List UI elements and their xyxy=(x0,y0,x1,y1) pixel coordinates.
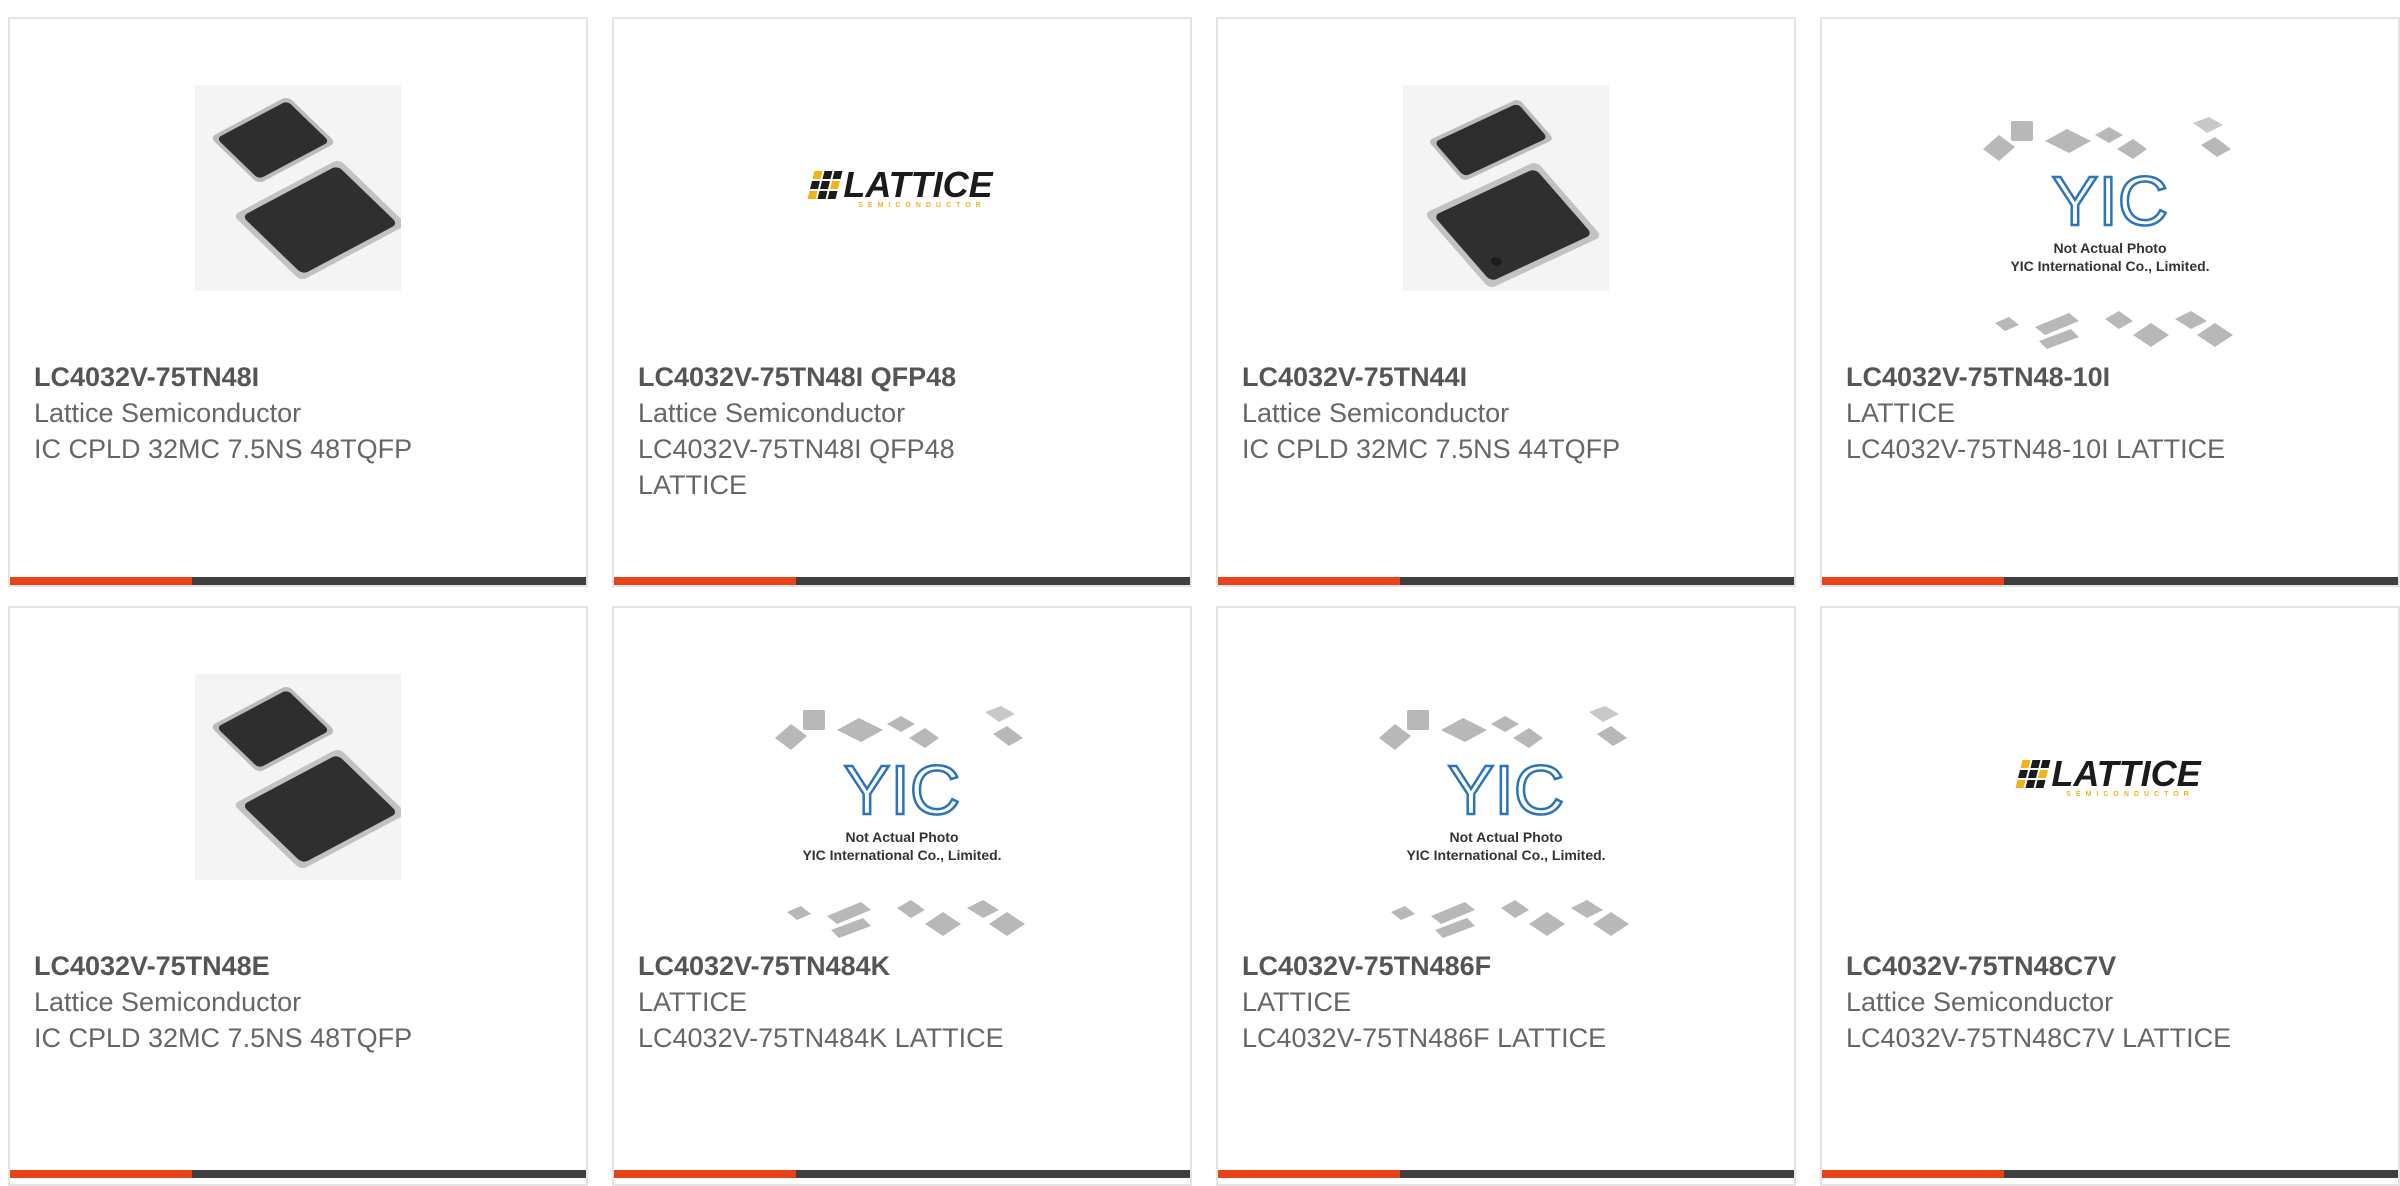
placeholder-line2: YIC International Co., Limited. xyxy=(2010,258,2209,274)
description: LC4032V-75TN48C7V LATTICE xyxy=(1846,1023,2232,1053)
card-bar xyxy=(10,577,586,585)
yic-placeholder-icon: YIC Not Actual Photo YIC International C… xyxy=(775,706,1025,938)
part-number[interactable]: LC4032V-75TN48I QFP48 xyxy=(638,359,1174,395)
yic-placeholder-icon: YIC Not Actual Photo YIC International C… xyxy=(1983,117,2233,349)
part-number[interactable]: LC4032V-75TN48I xyxy=(34,359,570,395)
placeholder-brand: YIC xyxy=(844,751,961,829)
product-card[interactable]: LATTICE SEMICONDUCTOR LC4032V-75TN48C7V … xyxy=(1820,606,2400,1186)
product-image[interactable] xyxy=(10,85,586,291)
placeholder-line1: Not Actual Photo xyxy=(1449,829,1562,845)
placeholder-line1: Not Actual Photo xyxy=(845,829,958,845)
description: LC4032V-75TN484K LATTICE xyxy=(638,1023,1004,1053)
card-bar xyxy=(614,1170,1190,1178)
product-image[interactable] xyxy=(1218,85,1794,291)
logo-word: LATTICE xyxy=(2051,752,2201,794)
card-bar xyxy=(1218,1170,1794,1178)
part-number[interactable]: LC4032V-75TN48E xyxy=(34,948,570,984)
lattice-logo-icon: LATTICE SEMICONDUCTOR xyxy=(807,163,993,209)
product-grid: LC4032V-75TN48I Lattice Semiconductor IC… xyxy=(0,0,2400,1186)
card-bar xyxy=(1822,1170,2398,1178)
card-bar xyxy=(614,577,1190,585)
placeholder-line1: Not Actual Photo xyxy=(2053,240,2166,256)
product-image[interactable]: YIC Not Actual Photo YIC International C… xyxy=(614,694,1190,950)
product-card[interactable]: YIC Not Actual Photo YIC International C… xyxy=(612,606,1192,1186)
manufacturer: LATTICE xyxy=(1242,987,1352,1017)
description: LC4032V-75TN48I QFP48 LATTICE xyxy=(638,434,955,500)
lattice-logo-icon: LATTICE SEMICONDUCTOR xyxy=(2015,752,2201,798)
card-bar xyxy=(1822,577,2398,585)
yic-placeholder-icon: YIC Not Actual Photo YIC International C… xyxy=(1379,706,1629,938)
card-bar xyxy=(1218,577,1794,585)
product-card[interactable]: LATTICE SEMICONDUCTOR LC4032V-75TN48I QF… xyxy=(612,17,1192,587)
manufacturer: Lattice Semiconductor xyxy=(1242,398,1510,428)
logo-sub: SEMICONDUCTOR xyxy=(858,201,986,209)
chip-photo-icon xyxy=(1403,85,1609,291)
product-card[interactable]: LC4032V-75TN48I Lattice Semiconductor IC… xyxy=(8,17,588,587)
logo-word: LATTICE xyxy=(843,163,993,205)
product-card[interactable]: YIC Not Actual Photo YIC International C… xyxy=(1216,606,1796,1186)
chip-photo-icon xyxy=(195,674,401,880)
part-number[interactable]: LC4032V-75TN484K xyxy=(638,948,1174,984)
product-card[interactable]: YIC Not Actual Photo YIC International C… xyxy=(1820,17,2400,587)
part-number[interactable]: LC4032V-75TN44I xyxy=(1242,359,1778,395)
product-image[interactable]: YIC Not Actual Photo YIC International C… xyxy=(1218,694,1794,950)
product-image[interactable]: LATTICE SEMICONDUCTOR xyxy=(614,85,1190,291)
part-number[interactable]: LC4032V-75TN486F xyxy=(1242,948,1778,984)
product-image[interactable]: LATTICE SEMICONDUCTOR xyxy=(1822,674,2398,880)
placeholder-line2: YIC International Co., Limited. xyxy=(1406,847,1605,863)
description: IC CPLD 32MC 7.5NS 44TQFP xyxy=(1242,434,1621,464)
product-image[interactable]: YIC Not Actual Photo YIC International C… xyxy=(1822,105,2398,361)
description: LC4032V-75TN48-10I LATTICE xyxy=(1846,434,2226,464)
manufacturer: Lattice Semiconductor xyxy=(1846,987,2114,1017)
placeholder-brand: YIC xyxy=(2052,162,2169,240)
manufacturer: Lattice Semiconductor xyxy=(34,398,302,428)
product-card[interactable]: LC4032V-75TN44I Lattice Semiconductor IC… xyxy=(1216,17,1796,587)
manufacturer: Lattice Semiconductor xyxy=(34,987,302,1017)
product-card[interactable]: LC4032V-75TN48E Lattice Semiconductor IC… xyxy=(8,606,588,1186)
description: IC CPLD 32MC 7.5NS 48TQFP xyxy=(34,1023,413,1053)
manufacturer: LATTICE xyxy=(1846,398,1956,428)
product-image[interactable] xyxy=(10,674,586,880)
part-number[interactable]: LC4032V-75TN48C7V xyxy=(1846,948,2382,984)
manufacturer: Lattice Semiconductor xyxy=(638,398,906,428)
placeholder-line2: YIC International Co., Limited. xyxy=(802,847,1001,863)
logo-sub: SEMICONDUCTOR xyxy=(2066,790,2194,798)
description: LC4032V-75TN486F LATTICE xyxy=(1242,1023,1607,1053)
chip-photo-icon xyxy=(195,85,401,291)
card-bar xyxy=(10,1170,586,1178)
part-number[interactable]: LC4032V-75TN48-10I xyxy=(1846,359,2382,395)
placeholder-brand: YIC xyxy=(1448,751,1565,829)
manufacturer: LATTICE xyxy=(638,987,748,1017)
description: IC CPLD 32MC 7.5NS 48TQFP xyxy=(34,434,413,464)
